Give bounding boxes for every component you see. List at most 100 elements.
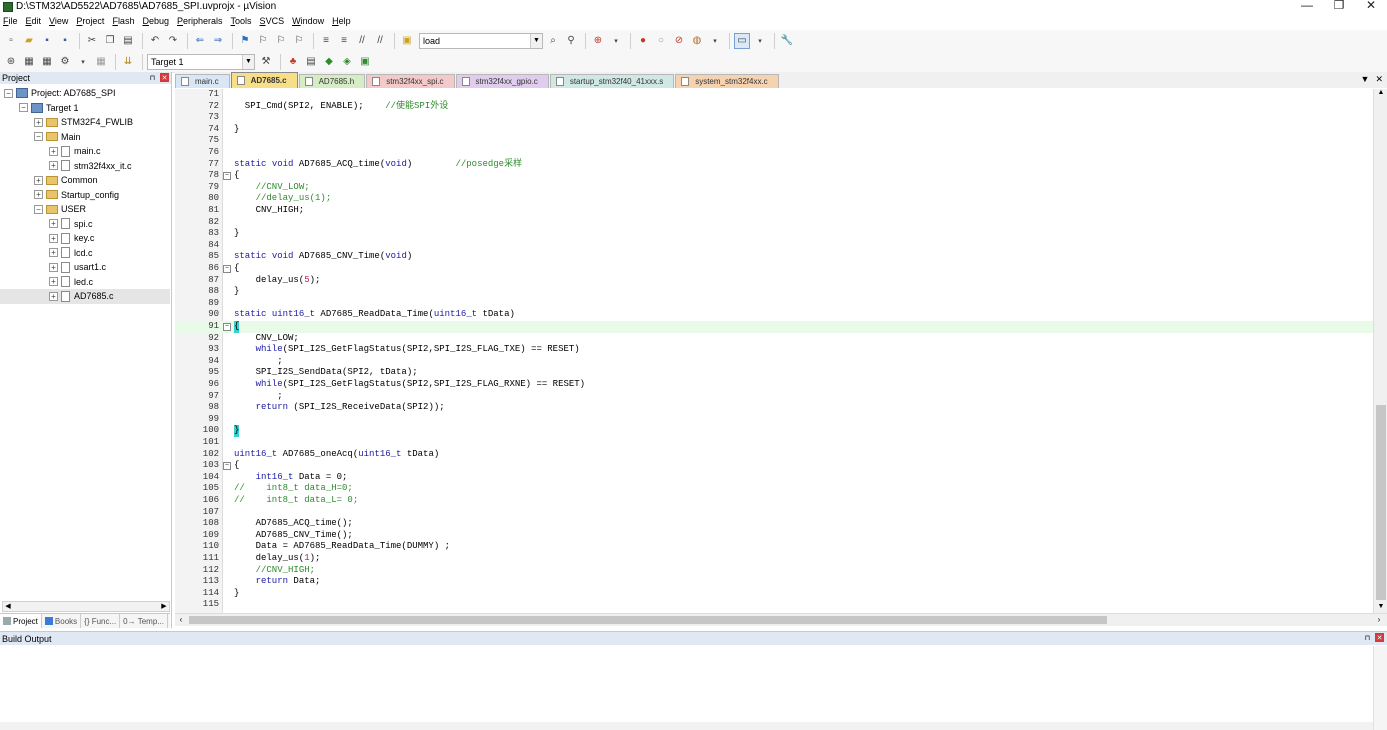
code-line[interactable]: 111 delay_us(1); [175, 553, 1373, 565]
close-tab-icon[interactable]: ✕ [1375, 74, 1383, 85]
code-line[interactable]: 97 ; [175, 391, 1373, 403]
editor-tab[interactable]: system_stm32f4xx.c [675, 74, 779, 88]
code-line[interactable]: 110 Data = AD7685_ReadData_Time(DUMMY) ; [175, 541, 1373, 553]
menu-flash[interactable]: Flash [112, 16, 134, 26]
fold-icon[interactable]: − [223, 462, 231, 471]
tree-item[interactable]: − Target 1 [0, 101, 170, 116]
tree-item[interactable]: + led.c [0, 275, 170, 290]
save-icon[interactable]: ▪ [39, 33, 55, 49]
menu-edit[interactable]: Edit [26, 16, 42, 26]
code-line[interactable]: 91−{ [175, 321, 1373, 333]
code-line[interactable]: 103−{ [175, 460, 1373, 472]
configure-tools-icon[interactable]: 🔧 [779, 33, 795, 49]
code-line[interactable]: 104 int16_t Data = 0; [175, 472, 1373, 484]
pin-icon[interactable]: ⊓ [1363, 633, 1372, 642]
fold-icon[interactable]: − [223, 265, 231, 273]
expand-icon[interactable]: + [49, 161, 58, 171]
code-line[interactable]: 93 while(SPI_I2S_GetFlagStatus(SPI2,SPI_… [175, 344, 1373, 356]
dropdown-arrow-icon[interactable]: ▾ [707, 33, 723, 49]
collapse-icon[interactable]: − [4, 88, 13, 98]
breakpoint-icon[interactable]: ● [635, 33, 651, 49]
find-in-files-icon[interactable]: ▣ [399, 33, 415, 49]
code-line[interactable]: 102 uint16_t AD7685_oneAcq(uint16_t tData… [175, 449, 1373, 461]
code-line[interactable]: 75 [175, 135, 1373, 147]
project-hscrollbar[interactable]: ◀ ▶ [2, 601, 170, 612]
tree-item[interactable]: − USER [0, 202, 170, 217]
build-output-hscrollbar[interactable] [0, 722, 1373, 730]
expand-icon[interactable]: + [34, 175, 43, 185]
code-line[interactable]: 83} [175, 228, 1373, 240]
new-file-icon[interactable]: ▫ [3, 33, 19, 49]
incremental-find-icon[interactable]: ⚲ [563, 33, 579, 49]
expand-icon[interactable]: + [49, 277, 58, 287]
tab-project[interactable]: Project [0, 614, 42, 628]
download-icon[interactable]: ⇊ [120, 54, 136, 70]
expand-icon[interactable]: + [49, 248, 58, 258]
expand-icon[interactable]: + [49, 233, 58, 243]
batch-build-icon[interactable]: ⚙ [57, 54, 73, 70]
disable-breakpoint-icon[interactable]: ○ [653, 33, 669, 49]
tree-item[interactable]: + spi.c [0, 217, 170, 232]
tree-item[interactable]: − Main [0, 130, 170, 145]
code-line[interactable]: 100} [175, 425, 1373, 437]
tree-item[interactable]: − Project: AD7685_SPI [0, 86, 170, 101]
save-all-icon[interactable]: ▪ [57, 33, 73, 49]
code-line[interactable]: 96 while(SPI_I2S_GetFlagStatus(SPI2,SPI_… [175, 379, 1373, 391]
nav-back-icon[interactable]: ⇐ [192, 33, 208, 49]
uncomment-icon[interactable]: // [372, 33, 388, 49]
scroll-right-icon[interactable]: ▶ [159, 602, 169, 611]
kill-breakpoints-icon[interactable]: ◍ [689, 33, 705, 49]
tab-functions[interactable]: {} Func... [81, 614, 121, 628]
code-line[interactable]: 87 delay_us(5); [175, 275, 1373, 287]
expand-icon[interactable]: + [49, 291, 58, 301]
editor-tab[interactable]: stm32f4xx_spi.c [366, 74, 455, 88]
prev-bookmark-icon[interactable]: ⚐ [255, 33, 271, 49]
menu-svcs[interactable]: SVCS [260, 16, 285, 26]
redo-icon[interactable]: ↷ [165, 33, 181, 49]
clear-bookmarks-icon[interactable]: ⚐ [291, 33, 307, 49]
tree-item[interactable]: + main.c [0, 144, 170, 159]
code-line[interactable]: 76 [175, 147, 1373, 159]
code-line[interactable]: 115 [175, 599, 1373, 611]
tree-item[interactable]: + Startup_config [0, 188, 170, 203]
dropdown-arrow-icon[interactable]: ▾ [75, 54, 91, 70]
tab-templates[interactable]: 0→ Temp... [120, 614, 168, 628]
close-icon[interactable]: ✕ [1375, 633, 1384, 642]
code-line[interactable]: 101 [175, 437, 1373, 449]
scroll-up-icon[interactable]: ▲ [1374, 89, 1387, 99]
expand-icon[interactable]: + [34, 117, 43, 127]
scroll-down-icon[interactable]: ▼ [1374, 603, 1387, 613]
editor-tab[interactable]: stm32f4xx_gpio.c [455, 74, 549, 88]
menu-project[interactable]: Project [76, 16, 104, 26]
code-line[interactable]: 72 SPI_Cmd(SPI2, ENABLE); //使能SPI外设 [175, 101, 1373, 113]
menu-tools[interactable]: Tools [231, 16, 252, 26]
scroll-thumb[interactable] [1376, 405, 1386, 600]
fold-icon[interactable]: − [223, 323, 231, 331]
chevron-down-icon[interactable]: ▼ [242, 54, 254, 69]
code-line[interactable]: 74} [175, 124, 1373, 136]
editor-hscrollbar[interactable]: ‹ › [175, 613, 1387, 626]
code-line[interactable]: 99 [175, 414, 1373, 426]
scroll-left-icon[interactable]: ‹ [175, 614, 187, 626]
code-line[interactable]: 98 return (SPI_I2S_ReceiveData(SPI2)); [175, 402, 1373, 414]
indent-icon[interactable]: ≡ [318, 33, 334, 49]
cut-icon[interactable]: ✂ [84, 33, 100, 49]
minimize-button[interactable]: — [1291, 0, 1323, 12]
translate-icon[interactable]: ⊛ [3, 54, 19, 70]
code-line[interactable]: 89 [175, 298, 1373, 310]
comment-icon[interactable]: // [354, 33, 370, 49]
menu-peripherals[interactable]: Peripherals [177, 16, 223, 26]
undo-icon[interactable]: ↶ [147, 33, 163, 49]
chevron-down-icon[interactable]: ▼ [530, 33, 542, 48]
code-line[interactable]: 95 SPI_I2S_SendData(SPI2, tData); [175, 367, 1373, 379]
code-line[interactable]: 105 // int8_t data_H=0; [175, 483, 1373, 495]
code-line[interactable]: 94 ; [175, 356, 1373, 368]
maximize-button[interactable]: ❐ [1323, 0, 1355, 12]
tree-item[interactable]: + lcd.c [0, 246, 170, 261]
tree-item[interactable]: + Common [0, 173, 170, 188]
dropdown-arrow-icon[interactable]: ▾ [752, 33, 768, 49]
menu-view[interactable]: View [49, 16, 68, 26]
select-packs-icon[interactable]: ▤ [303, 54, 319, 70]
editor-tab[interactable]: AD7685.h [298, 74, 366, 88]
clear-breakpoints-icon[interactable]: ⊘ [671, 33, 687, 49]
